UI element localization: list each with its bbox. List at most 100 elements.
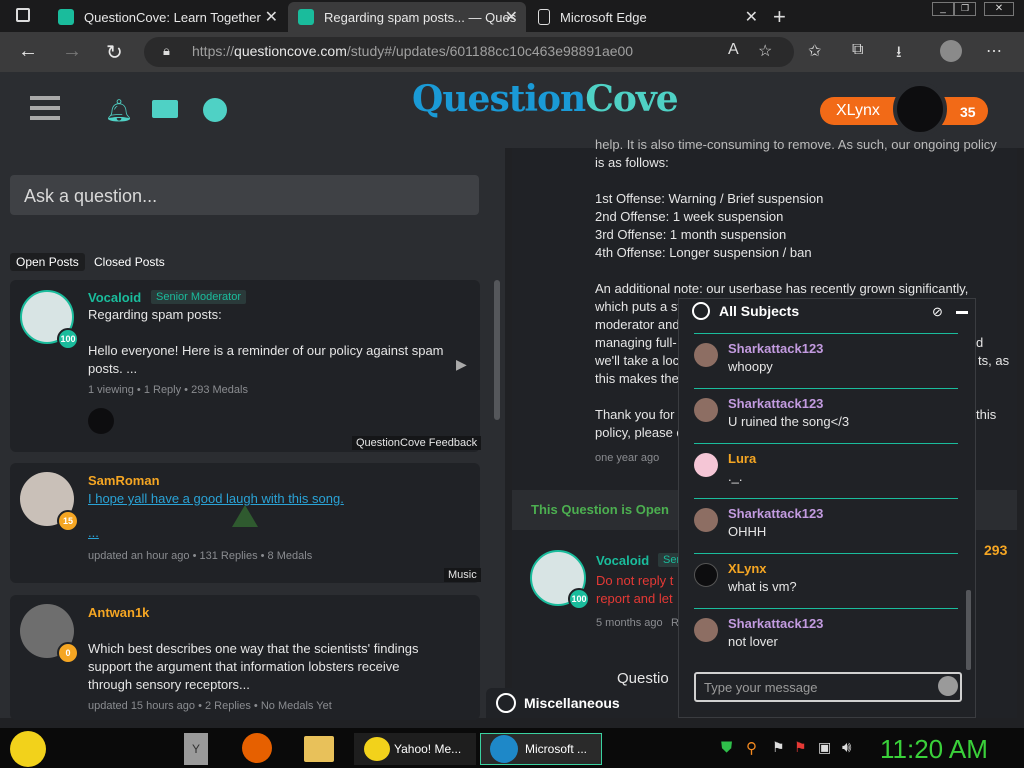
- start-smiley-icon[interactable]: [10, 731, 46, 767]
- level-badge: 100: [568, 588, 590, 610]
- chat-message[interactable]: XLynx what is vm?: [694, 554, 958, 609]
- avatar[interactable]: [694, 508, 718, 532]
- new-tab-icon[interactable]: +: [773, 4, 786, 30]
- avatar[interactable]: [694, 618, 718, 642]
- error-flag-icon[interactable]: ⚑: [794, 739, 807, 756]
- close-window-icon[interactable]: ✕: [984, 2, 1014, 16]
- post-text-line: which puts a st: [595, 299, 681, 314]
- tab-spam-posts[interactable]: Regarding spam posts... — Ques ✕: [288, 2, 526, 32]
- flag-icon[interactable]: ⚑: [772, 739, 785, 756]
- post-title[interactable]: Regarding spam posts:: [88, 306, 222, 324]
- chat-bubble-icon: [496, 693, 516, 713]
- avatar[interactable]: [694, 563, 718, 587]
- post-text-fragment: this: [976, 407, 997, 422]
- folder-icon[interactable]: [304, 736, 334, 762]
- page-icon: [538, 9, 550, 25]
- post-author[interactable]: Vocaloid: [88, 290, 141, 305]
- tab-title: Regarding spam posts... — Ques: [324, 9, 517, 25]
- read-aloud-icon[interactable]: A: [728, 41, 739, 59]
- user-profile-icon[interactable]: [203, 98, 227, 122]
- chat-username[interactable]: Sharkattack123: [728, 341, 823, 356]
- network-icon[interactable]: ▣: [818, 739, 831, 756]
- chat-username[interactable]: Lura: [728, 451, 756, 466]
- avatar[interactable]: [694, 343, 718, 367]
- emoji-icon[interactable]: [938, 676, 958, 696]
- all-subjects-icon: [692, 302, 710, 320]
- post-text-line: is as follows:: [595, 155, 669, 170]
- close-icon[interactable]: ✕: [505, 7, 518, 27]
- chat-username[interactable]: Sharkattack123: [728, 396, 823, 411]
- questioncove-favicon: [58, 9, 74, 25]
- back-icon[interactable]: ←: [18, 40, 38, 63]
- taskbar-label: Yahoo! Me...: [394, 742, 462, 756]
- lock-icon[interactable]: 🔒︎: [163, 43, 170, 59]
- level-badge: 100: [57, 328, 79, 350]
- tab-closed-posts[interactable]: Closed Posts: [88, 253, 171, 271]
- chat-message[interactable]: Sharkattack123 U ruined the song</3: [694, 389, 958, 444]
- post-author[interactable]: Antwan1k: [88, 605, 149, 620]
- chat-message[interactable]: Sharkattack123 OHHH: [694, 499, 958, 554]
- minimize-chat-icon[interactable]: [956, 311, 968, 314]
- hide-icon[interactable]: ⊘: [932, 304, 943, 320]
- chat-message[interactable]: Sharkattack123 whoopy: [694, 334, 958, 389]
- post-text-line: 4th Offense: Longer suspension / ban: [595, 245, 812, 260]
- avatar[interactable]: [694, 453, 718, 477]
- favorites-icon[interactable]: ✩: [808, 41, 821, 61]
- chat-message[interactable]: Sharkattack123 not lover: [694, 609, 958, 664]
- post-body[interactable]: Which best describes one way that the sc…: [88, 640, 433, 694]
- favorite-star-icon[interactable]: ☆: [758, 41, 772, 61]
- restore-icon[interactable]: ❐: [954, 2, 976, 16]
- close-icon[interactable]: ✕: [745, 7, 758, 27]
- profile-icon[interactable]: [940, 40, 962, 62]
- notifications-icon[interactable]: 🔔︎: [105, 98, 133, 124]
- chat-text: OHHH: [728, 524, 767, 539]
- menu-icon[interactable]: [30, 96, 60, 120]
- post-body[interactable]: Hello everyone! Here is a reminder of ou…: [88, 342, 458, 378]
- taskbar-item-y[interactable]: Y: [184, 733, 208, 765]
- reply-text: Do not reply t: [596, 573, 674, 588]
- collections-icon[interactable]: ⧉: [852, 41, 863, 59]
- mail-icon[interactable]: [152, 100, 178, 118]
- post-text-line: managing full-: [595, 335, 677, 350]
- downloads-icon[interactable]: ⭳: [896, 41, 902, 68]
- firefox-icon[interactable]: [242, 733, 272, 763]
- search-icon[interactable]: ⚲: [746, 739, 757, 757]
- refresh-icon[interactable]: ↻: [106, 40, 123, 65]
- chat-scrollbar[interactable]: [966, 590, 971, 670]
- category-tag[interactable]: QuestionCove Feedback: [352, 436, 482, 450]
- post-link[interactable]: I hope yall have a good laugh with this …: [88, 490, 344, 508]
- post-meta: updated an hour ago • 131 Replies • 8 Me…: [88, 550, 313, 562]
- category-tag[interactable]: Music: [444, 568, 481, 582]
- minimize-icon[interactable]: _: [932, 2, 954, 16]
- taskbar-clock[interactable]: 11:20 AM: [880, 734, 988, 765]
- user-avatar[interactable]: [893, 82, 947, 136]
- volume-icon[interactable]: 🔊︎: [842, 739, 851, 756]
- avatar[interactable]: [694, 398, 718, 422]
- tab-questioncove[interactable]: QuestionCove: Learn Together ✕: [48, 2, 286, 32]
- more-icon[interactable]: ⋯: [986, 41, 1002, 61]
- post-meta: 1 viewing • 1 Reply • 293 Medals: [88, 384, 248, 396]
- questioncove-logo[interactable]: QuestionCove: [412, 78, 679, 120]
- posts-scrollbar[interactable]: [494, 280, 500, 420]
- shield-icon[interactable]: ⛊: [721, 739, 732, 756]
- chat-text: not lover: [728, 634, 778, 649]
- tab-microsoft-edge[interactable]: Microsoft Edge ✕: [528, 2, 766, 32]
- tab-actions-icon[interactable]: [16, 8, 30, 22]
- chat-message[interactable]: Lura ._.: [694, 444, 958, 499]
- user-medal-count: 35: [960, 104, 976, 120]
- forward-icon[interactable]: →: [62, 40, 82, 63]
- chat-message-input[interactable]: [694, 672, 962, 702]
- ask-question-placeholder: Ask a question...: [24, 186, 158, 206]
- chat-username[interactable]: XLynx: [728, 561, 767, 576]
- logo-part2: Cove: [585, 78, 678, 120]
- url-text[interactable]: https://questioncove.com/study#/updates/…: [192, 43, 633, 59]
- post-author[interactable]: SamRoman: [88, 473, 160, 488]
- tab-open-posts[interactable]: Open Posts: [10, 253, 85, 271]
- chat-username[interactable]: Sharkattack123: [728, 506, 823, 521]
- chat-username[interactable]: Sharkattack123: [728, 616, 823, 631]
- play-icon[interactable]: ▶: [456, 356, 467, 373]
- url-scheme: https://: [192, 43, 235, 59]
- responder-avatar[interactable]: [88, 408, 114, 434]
- close-icon[interactable]: ✕: [265, 7, 278, 27]
- reply-author[interactable]: Vocaloid: [596, 553, 649, 568]
